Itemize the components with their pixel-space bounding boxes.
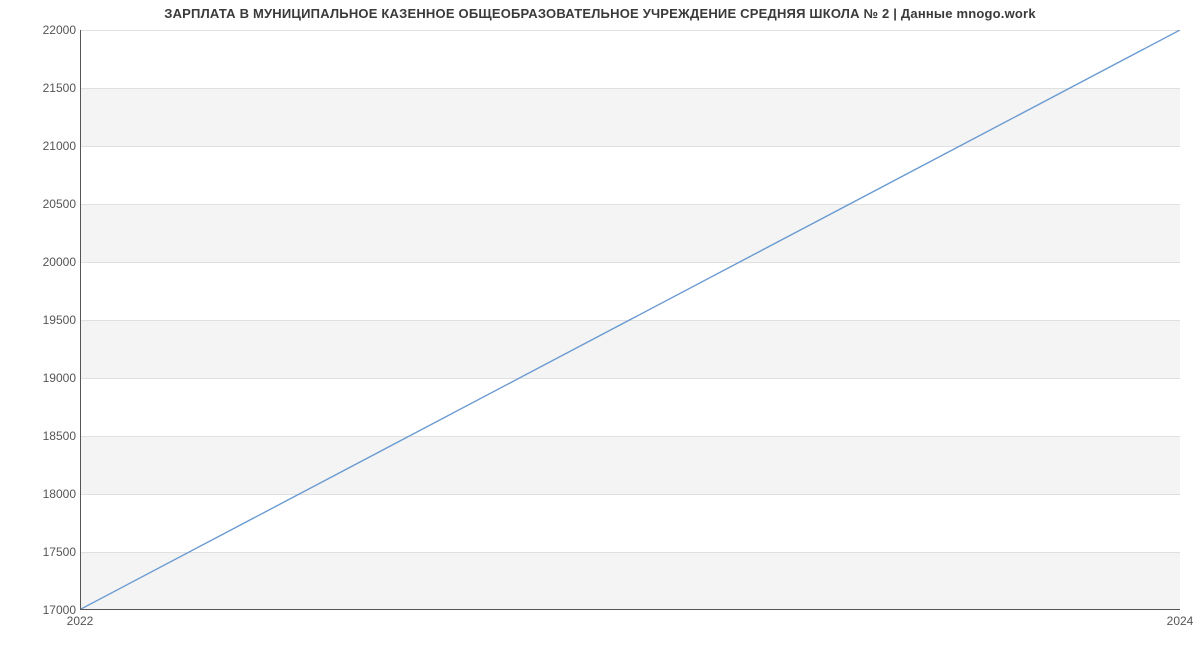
y-axis-tick: 21500 [6,81,76,95]
y-axis-tick: 19500 [6,313,76,327]
y-axis-tick: 21000 [6,139,76,153]
y-axis-tick: 22000 [6,23,76,37]
x-axis-tick: 2022 [67,614,94,628]
chart-title: ЗАРПЛАТА В МУНИЦИПАЛЬНОЕ КАЗЕННОЕ ОБЩЕОБ… [0,6,1200,21]
y-axis-tick: 20000 [6,255,76,269]
y-axis-tick: 18500 [6,429,76,443]
x-axis-tick: 2024 [1167,614,1194,628]
y-axis-tick: 17500 [6,545,76,559]
y-axis-tick: 20500 [6,197,76,211]
y-axis-tick: 17000 [6,603,76,617]
chart-container: ЗАРПЛАТА В МУНИЦИПАЛЬНОЕ КАЗЕННОЕ ОБЩЕОБ… [0,0,1200,650]
plot-area [80,30,1180,610]
y-axis-tick: 18000 [6,487,76,501]
y-axis-tick: 19000 [6,371,76,385]
line-series [81,30,1180,609]
